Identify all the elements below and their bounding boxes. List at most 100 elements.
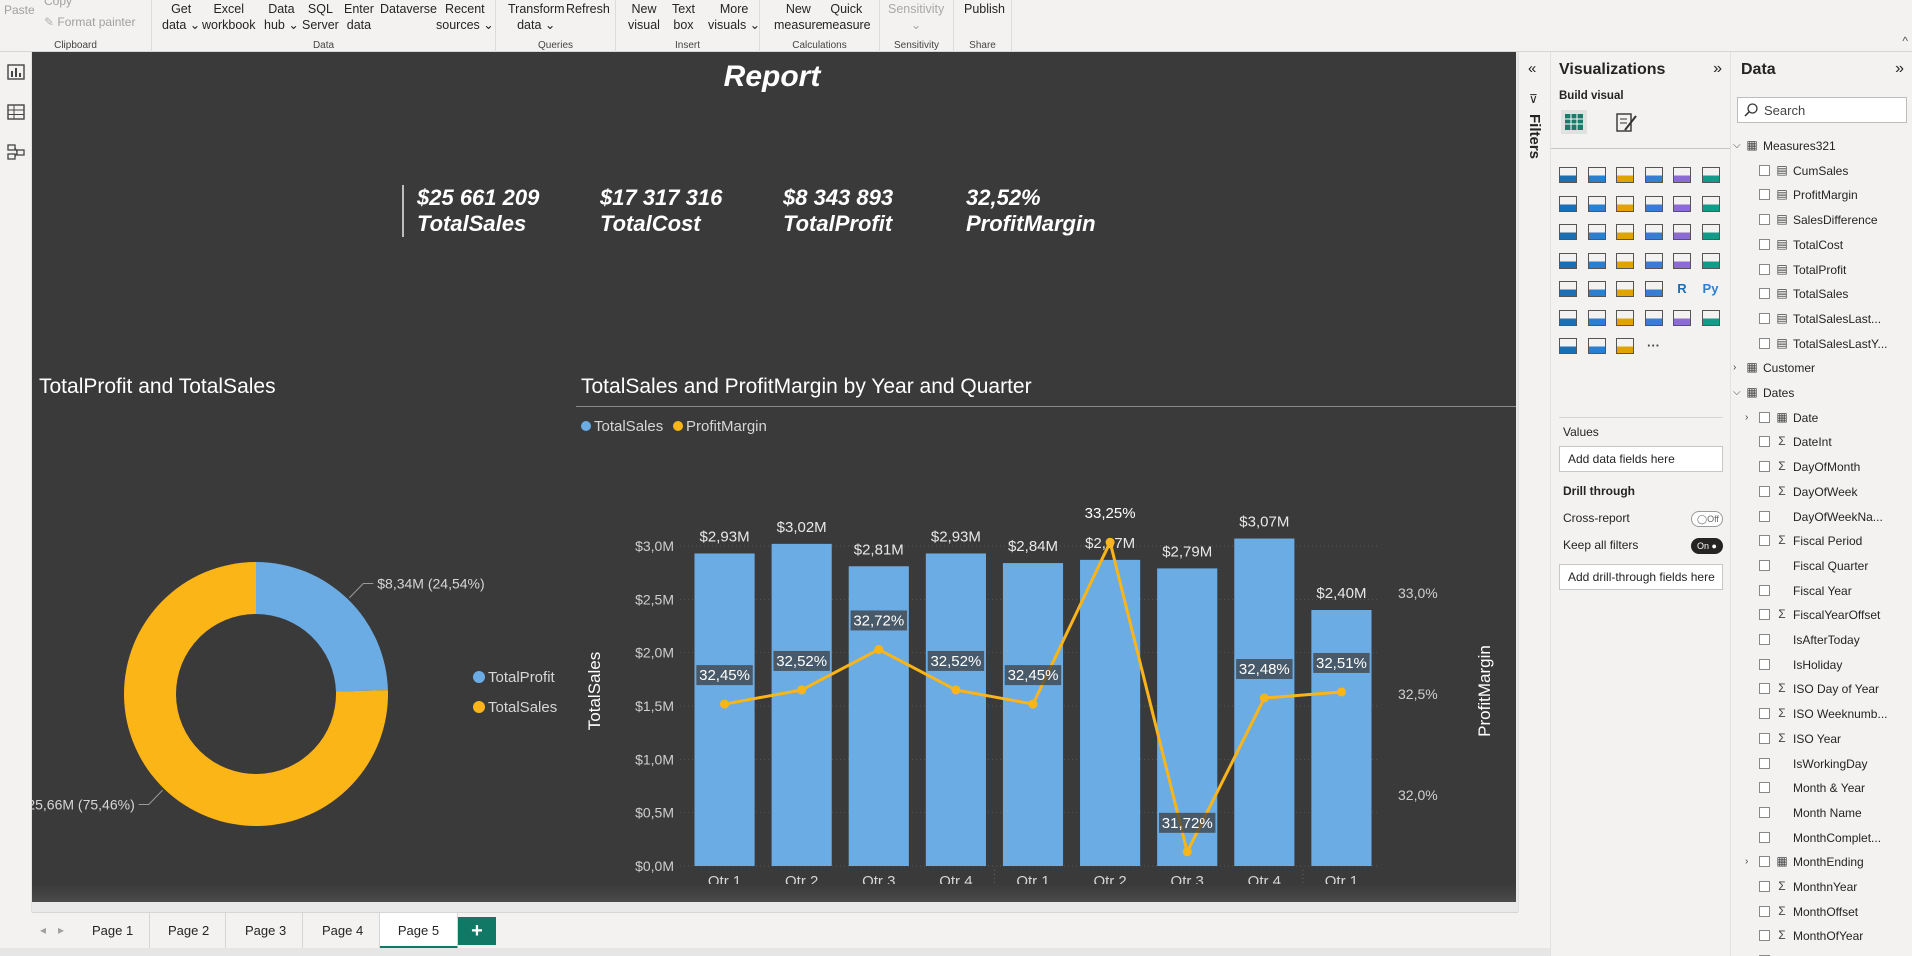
field-dayofweek[interactable]: Σ DayOfWeek [1731,480,1912,504]
field-checkbox[interactable] [1759,584,1770,596]
enter-data-button[interactable]: Enter data [344,1,374,33]
report-view-icon[interactable] [6,62,26,82]
field-isholiday[interactable]: IsHoliday [1731,653,1912,677]
add-page-button[interactable]: + [458,917,496,945]
chevron-right-icon[interactable]: › [1745,406,1748,430]
field-checkbox[interactable] [1759,881,1770,892]
field-monthnyear[interactable]: Σ MonthnYear [1731,875,1912,899]
line-point-profitmargin[interactable] [797,685,807,695]
kpi-visual-icon[interactable] [1557,278,1579,300]
model-view-icon[interactable] [6,142,26,162]
field-checkbox[interactable] [1759,164,1770,176]
line-point-profitmargin[interactable] [1336,687,1346,697]
table-view-icon[interactable] [6,102,26,122]
field-fiscal-quarter[interactable]: Fiscal Quarter [1731,554,1912,578]
sql-server-button[interactable]: SQL Server [302,1,339,33]
matrix-visual-icon[interactable] [1643,278,1665,300]
field-checkbox[interactable] [1759,658,1770,670]
field-dayofmonth[interactable]: Σ DayOfMonth [1731,455,1912,479]
key-influencers-visual-icon[interactable] [1557,307,1579,329]
line-point-profitmargin[interactable] [1105,537,1115,547]
clustered-bar-visual-icon[interactable] [1614,164,1636,186]
table-customer[interactable]: › ▦ Customer [1731,356,1912,380]
decomposition-tree-visual-icon[interactable] [1586,307,1608,329]
format-painter-button[interactable]: ✎ Format painter [44,15,135,29]
new-measure-button[interactable]: New measure [774,1,823,33]
field-checkbox[interactable] [1759,708,1770,720]
values-well[interactable]: Add data fields here [1559,446,1723,472]
tab-page-1[interactable]: Page 1 [76,913,151,949]
field-date[interactable]: › ▦ Date [1731,406,1912,430]
line-point-profitmargin[interactable] [874,644,884,654]
shape-map-visual-icon[interactable] [1614,250,1636,272]
field-checkbox[interactable] [1759,337,1770,349]
dataverse-button[interactable]: Dataverse [380,1,437,17]
waterfall-visual-icon[interactable] [1557,221,1579,243]
field-checkbox[interactable] [1759,510,1770,522]
field-totalsales[interactable]: ▤ TotalSales [1731,282,1912,306]
power-bi-flow-visual-icon[interactable] [1614,335,1636,357]
field-isworkingday[interactable]: IsWorkingDay [1731,752,1912,776]
field-checkbox[interactable] [1759,189,1770,201]
field-profitmargin[interactable]: ▤ ProfitMargin [1731,183,1912,207]
r-visual-visual-icon[interactable]: R [1671,278,1693,300]
build-visual-tab-icon[interactable] [1559,108,1589,136]
cross-report-toggle[interactable]: ◯Off [1691,511,1723,527]
paginated-report-visual-icon[interactable] [1700,307,1722,329]
field-monthoffset[interactable]: Σ MonthOffset [1731,900,1912,924]
filters-pane-collapsed[interactable]: « ⊽ Filters [1518,52,1550,912]
excel-workbook-button[interactable]: Excel workbook [202,1,256,33]
text-box-button[interactable]: Text box [672,1,695,33]
collapse-data-icon[interactable]: » [1895,60,1904,78]
table-visual-icon[interactable] [1614,278,1636,300]
field-iso-weeknumb[interactable]: Σ ISO Weeknumb... [1731,702,1912,726]
donut-visual-icon[interactable] [1671,221,1693,243]
copy-button[interactable]: Copy [44,0,72,8]
ribbon-chart-visual-icon[interactable] [1700,193,1722,215]
line-point-profitmargin[interactable] [1182,847,1192,857]
stacked-column-visual-icon[interactable] [1586,164,1608,186]
tab-page-2[interactable]: Page 2 [152,913,227,949]
bar-totalsales[interactable] [925,553,986,866]
field-totalsaleslasty[interactable]: ▤ TotalSalesLastY... [1731,332,1912,356]
format-visual-tab-icon[interactable] [1611,108,1641,136]
field-totalcost[interactable]: ▤ TotalCost [1731,233,1912,257]
collapse-visualizations-icon[interactable]: » [1713,60,1722,78]
field-monthofyear[interactable]: Σ MonthOfYear [1731,924,1912,948]
table-dates[interactable]: ⌵ ▦ Dates [1731,381,1912,405]
treemap-visual-icon[interactable] [1700,221,1722,243]
field-checkbox[interactable] [1759,856,1770,868]
chevron-right-icon[interactable]: › [1745,850,1748,874]
tab-page-5[interactable]: Page 5 [380,913,458,949]
field-checkbox[interactable] [1759,905,1770,917]
tab-page-4[interactable]: Page 4 [306,913,381,949]
field-totalsaleslast[interactable]: ▤ TotalSalesLast... [1731,307,1912,331]
expand-filters-icon[interactable]: « [1528,60,1536,77]
field-salesdifference[interactable]: ▤ SalesDifference [1731,208,1912,232]
field-checkbox[interactable] [1759,806,1770,818]
field-checkbox[interactable] [1759,732,1770,744]
metrics-visual-icon[interactable] [1671,307,1693,329]
stacked-bar-visual-icon[interactable] [1557,164,1579,186]
refresh-button[interactable]: Refresh [566,1,610,17]
line-stacked-column-visual-icon[interactable] [1643,193,1665,215]
field-checkbox[interactable] [1759,436,1770,448]
area-visual-icon[interactable] [1586,193,1608,215]
kpi-card-total-profit[interactable]: $8 343 893 TotalProfit [783,185,893,237]
keep-all-filters-toggle[interactable]: On ● [1691,538,1723,554]
field-month-name[interactable]: Month Name [1731,801,1912,825]
chevron-down-icon[interactable]: ⌵ [1733,134,1741,158]
field-checkbox[interactable] [1759,634,1770,645]
filled-map-visual-icon[interactable] [1586,250,1608,272]
quick-measure-button[interactable]: Quick measure [822,1,871,33]
line-point-profitmargin[interactable] [951,685,961,695]
line-point-profitmargin[interactable] [720,699,730,709]
field-monthcomplet[interactable]: MonthComplet... [1731,826,1912,850]
sensitivity-button[interactable]: Sensitivity ⌄ [888,1,944,33]
scatter-visual-icon[interactable] [1614,221,1636,243]
power-automate-visual-icon[interactable] [1586,335,1608,357]
recent-sources-button[interactable]: Recent sources ⌄ [436,1,494,33]
multi-row-card-visual-icon[interactable] [1700,250,1722,272]
100-stacked-column-visual-icon[interactable] [1700,164,1722,186]
gauge-visual-icon[interactable] [1643,250,1665,272]
